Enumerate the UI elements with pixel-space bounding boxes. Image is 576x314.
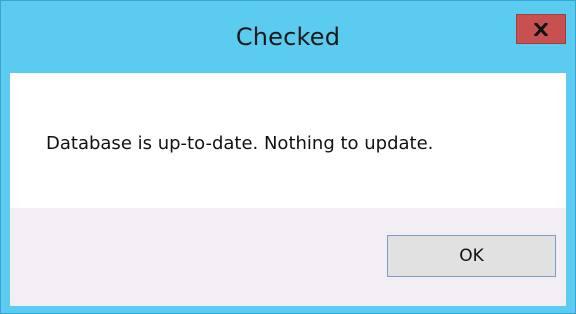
message-text: Database is up-to-date. Nothing to updat… bbox=[46, 133, 434, 154]
dialog-footer: OK bbox=[10, 208, 566, 306]
dialog-window: Checked Database is up-to-date. Nothing … bbox=[0, 0, 576, 314]
close-button[interactable] bbox=[516, 14, 566, 44]
dialog-title: Checked bbox=[235, 23, 341, 51]
ok-button[interactable]: OK bbox=[387, 235, 556, 277]
dialog-content: Database is up-to-date. Nothing to updat… bbox=[10, 73, 566, 208]
close-icon bbox=[534, 22, 548, 36]
title-bar[interactable]: Checked bbox=[1, 1, 575, 73]
